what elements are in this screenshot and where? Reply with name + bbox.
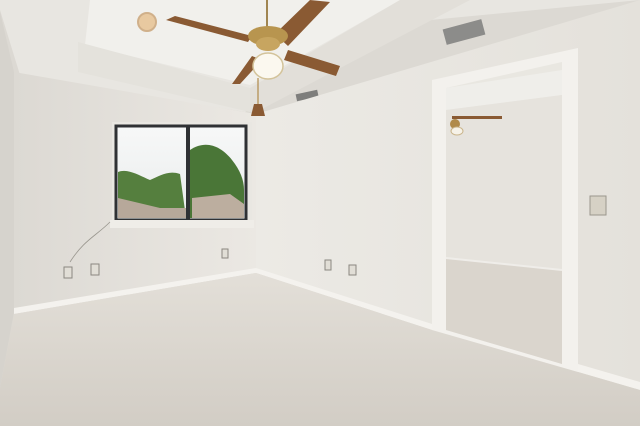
- window: [110, 122, 254, 228]
- fan-light-globe: [252, 52, 284, 80]
- doorway: [432, 48, 578, 372]
- wall-outlet: [221, 248, 229, 259]
- wall-outlet: [90, 263, 100, 276]
- room-photo: [0, 0, 640, 426]
- recessed-light: [137, 12, 157, 32]
- wall-outlet: [348, 264, 357, 276]
- ceiling-vent: [442, 19, 486, 45]
- wall-outlet: [324, 259, 332, 271]
- light-switch-plate: [589, 195, 607, 216]
- wall-outlet: [63, 266, 73, 279]
